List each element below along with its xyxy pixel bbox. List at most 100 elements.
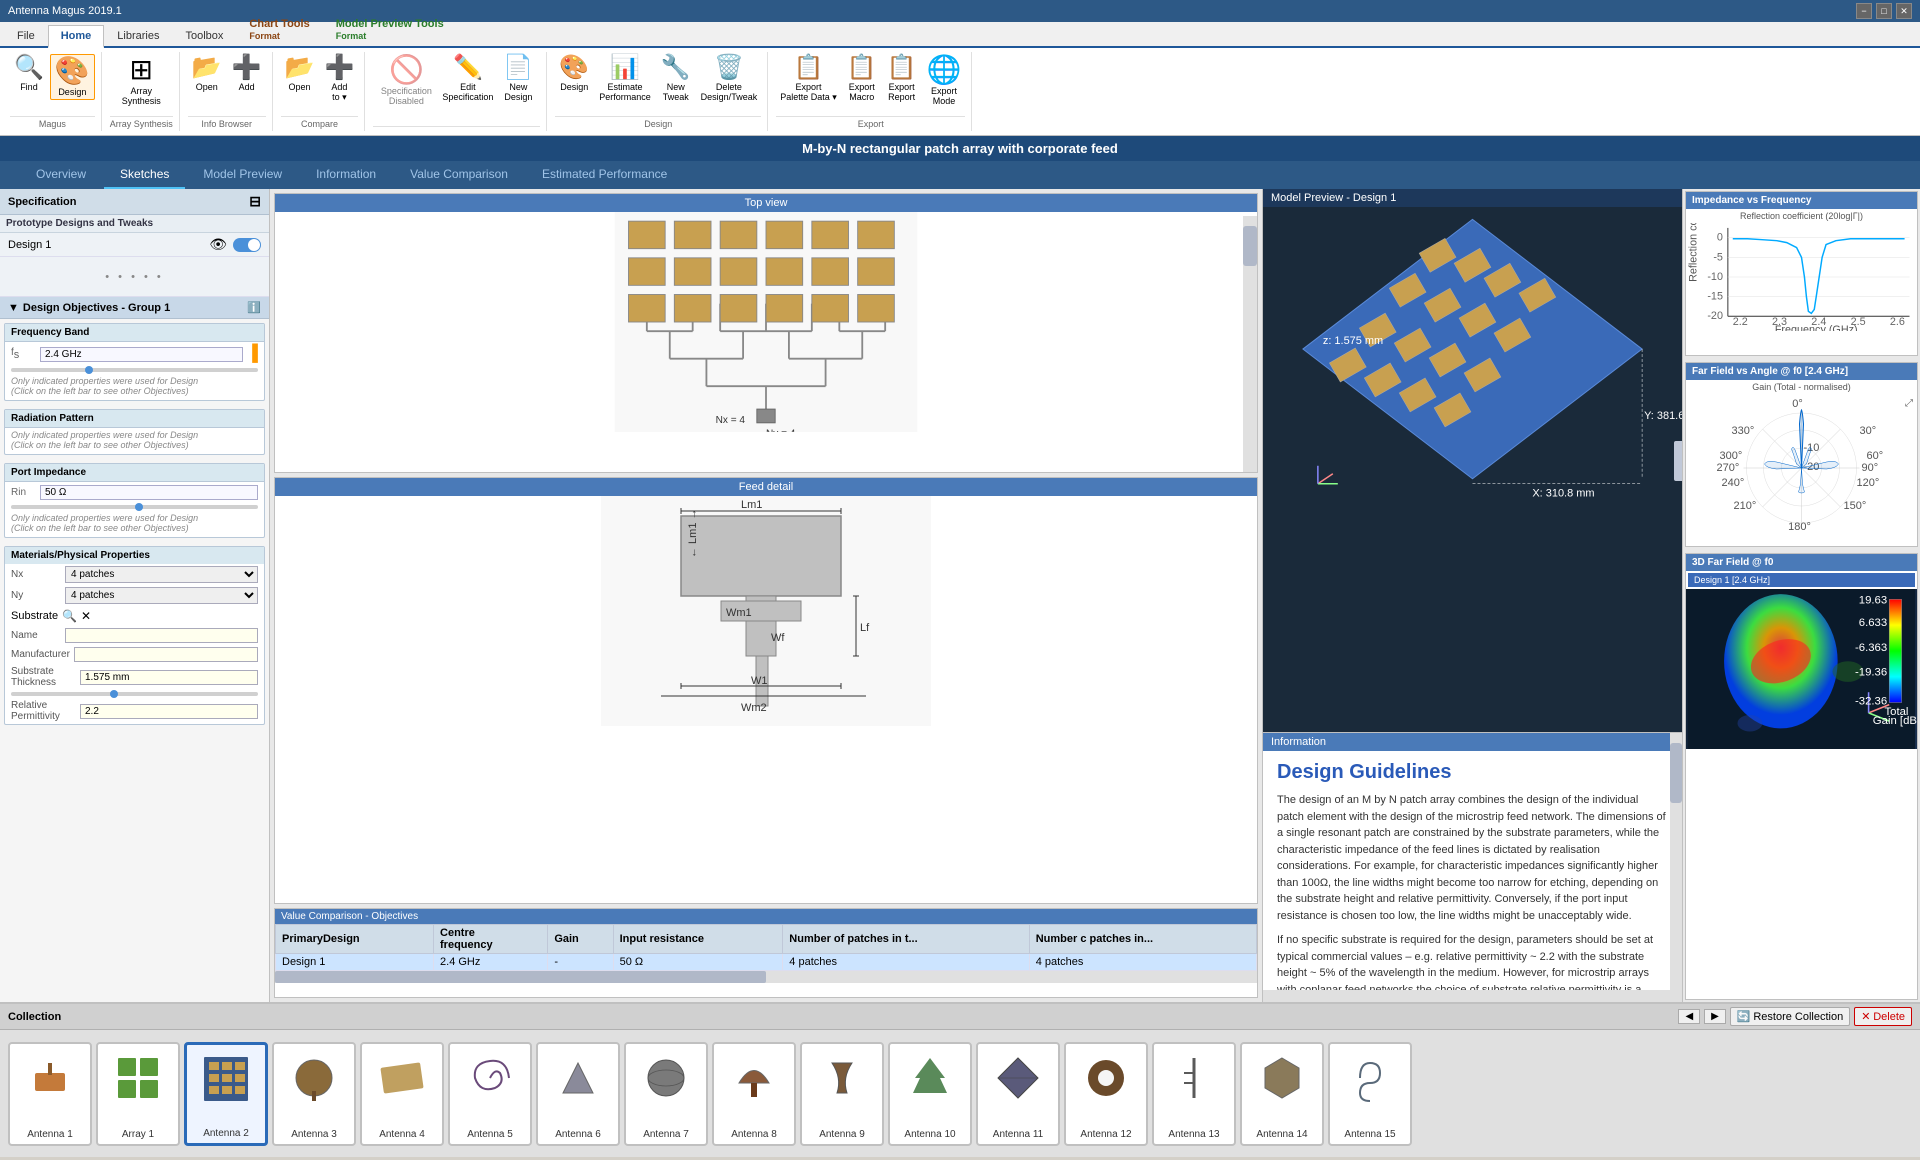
tab-home[interactable]: Home	[48, 25, 105, 48]
export-mode-button[interactable]: 🌐 ExportMode	[923, 54, 966, 108]
nav-tab-sketches[interactable]: Sketches	[104, 161, 185, 189]
rin-field: Rin	[5, 482, 264, 503]
permittivity-input[interactable]	[80, 704, 258, 719]
antenna-item-14[interactable]: Antenna 13	[1152, 1042, 1236, 1146]
antenna-item-4[interactable]: Antenna 3	[272, 1042, 356, 1146]
rin-slider[interactable]	[11, 505, 258, 509]
manufacturer-input[interactable]	[74, 647, 258, 662]
antenna-item-13[interactable]: Antenna 12	[1064, 1042, 1148, 1146]
ny-select[interactable]: 4 patches	[65, 587, 258, 604]
find-button[interactable]: 🔍 Find	[10, 54, 48, 94]
antenna-item-11[interactable]: Antenna 10	[888, 1042, 972, 1146]
nav-tab-value-comparison[interactable]: Value Comparison	[394, 161, 524, 189]
fs-slider[interactable]	[11, 368, 258, 372]
info-scrollbar[interactable]	[1670, 733, 1682, 1002]
antenna-item-8[interactable]: Antenna 7	[624, 1042, 708, 1146]
restore-collection-button[interactable]: 🔄 Restore Collection	[1730, 1007, 1850, 1026]
close-button[interactable]: ✕	[1896, 3, 1912, 19]
antenna-item-7[interactable]: Antenna 6	[536, 1042, 620, 1146]
nx-select[interactable]: 4 patches	[65, 566, 258, 583]
visibility-icon[interactable]: 👁	[209, 236, 227, 253]
fs-input[interactable]	[40, 347, 243, 362]
impedance-chart-svg: 0 -5 -10 -15 -20 2.2 2.3 2.4 2.5 2.6 Ref…	[1686, 223, 1917, 331]
edit-specification-button[interactable]: ✏️ EditSpecification	[438, 54, 497, 104]
value-comparison-area: Value Comparison - Objectives PrimaryDes…	[274, 908, 1258, 998]
impedance-chart-panel: Impedance vs Frequency Reflection coeffi…	[1685, 191, 1918, 356]
nav-tab-estimated-performance[interactable]: Estimated Performance	[526, 161, 683, 189]
open-compare-button[interactable]: 📂 Open	[281, 54, 319, 94]
design-toggle[interactable]	[233, 238, 261, 252]
nav-next-button[interactable]: ▶	[1704, 1009, 1726, 1024]
open-compare-icon: 📂	[285, 56, 315, 80]
table-row[interactable]: Design 1 2.4 GHz - 50 Ω 4 patches 4 patc…	[276, 954, 1257, 971]
antenna-item-5[interactable]: Antenna 4	[360, 1042, 444, 1146]
svg-text:30°: 30°	[1860, 425, 1877, 437]
design-item-1[interactable]: Design 1 👁	[0, 233, 269, 257]
top-view-scrollbar[interactable]	[1243, 216, 1257, 472]
export-palette-button[interactable]: 📋 ExportPalette Data ▾	[776, 54, 841, 105]
tab-toolbox[interactable]: Toolbox	[172, 25, 236, 46]
specification-disabled-button[interactable]: 🚫 SpecificationDisabled	[376, 54, 436, 108]
svg-text:90°: 90°	[1862, 462, 1879, 474]
expand-handle[interactable]	[1674, 441, 1682, 481]
delete-design-label: DeleteDesign/Tweak	[701, 82, 758, 102]
substrate-clear-icon[interactable]: ✕	[81, 609, 91, 623]
open-info-button[interactable]: 📂 Open	[188, 54, 226, 94]
maximize-button[interactable]: □	[1876, 3, 1892, 19]
antenna-item-12[interactable]: Antenna 11	[976, 1042, 1060, 1146]
minimize-button[interactable]: −	[1856, 3, 1872, 19]
add-to-button[interactable]: ➕ Addto ▾	[320, 54, 358, 105]
table-h-scrollbar[interactable]	[275, 971, 1257, 983]
nav-tab-information[interactable]: Information	[300, 161, 392, 189]
array-synthesis-button[interactable]: ⊞ ArraySynthesis	[116, 54, 166, 108]
far-field-3d-chart: 19.63 6.633 -6.363 -19.36 -32.36 Total G…	[1686, 589, 1917, 749]
antenna-item-10[interactable]: Antenna 9	[800, 1042, 884, 1146]
design-button[interactable]: 🎨 Design	[50, 54, 95, 100]
model-preview-svg: Y: 381.6 mm X: 310.8 mm z: 1.575 mm	[1263, 189, 1682, 549]
antenna-item-9[interactable]: Antenna 8	[712, 1042, 796, 1146]
tab-chart-tools[interactable]: Chart ToolsFormat	[236, 13, 322, 46]
spec-expand-icon[interactable]: ⊟	[249, 193, 261, 210]
export-report-icon: 📋	[887, 56, 917, 80]
new-tweak-button[interactable]: 🔧 NewTweak	[657, 54, 695, 104]
add-info-button[interactable]: ➕ Add	[228, 54, 266, 94]
nav-tab-overview[interactable]: Overview	[20, 161, 102, 189]
estimate-performance-button[interactable]: 📊 EstimatePerformance	[595, 54, 655, 104]
tab-libraries[interactable]: Libraries	[104, 25, 172, 46]
antenna-item-6[interactable]: Antenna 5	[448, 1042, 532, 1146]
info-icon[interactable]: ℹ️	[247, 301, 261, 314]
collection-title: Collection	[8, 1011, 61, 1023]
polar-expand-button[interactable]: ⤢	[1905, 398, 1913, 409]
delete-design-button[interactable]: 🗑️ DeleteDesign/Tweak	[697, 54, 762, 104]
antenna-item-3[interactable]: Antenna 2	[184, 1042, 268, 1146]
antenna-item-15[interactable]: Antenna 14	[1240, 1042, 1324, 1146]
thickness-slider[interactable]	[11, 692, 258, 696]
export-macro-button[interactable]: 📋 ExportMacro	[843, 54, 881, 104]
objectives-header[interactable]: ▼ Design Objectives - Group 1 ℹ️	[0, 297, 269, 319]
tab-file[interactable]: File	[4, 25, 48, 46]
export-mode-icon: 🌐	[927, 56, 962, 84]
specification-group-label	[373, 126, 540, 129]
delete-collection-button[interactable]: ✕ Delete	[1854, 1007, 1912, 1026]
svg-text:-6.363: -6.363	[1855, 642, 1887, 654]
design-action-button[interactable]: 🎨 Design	[555, 54, 593, 94]
top-view-sketch: Top view	[274, 193, 1258, 473]
antenna-thumb-3	[196, 1049, 256, 1109]
substrate-search-icon[interactable]: 🔍	[62, 609, 77, 623]
spec-panel-title: Specification	[8, 196, 76, 208]
antenna-item-1[interactable]: Antenna 1	[8, 1042, 92, 1146]
rin-input[interactable]	[40, 485, 258, 500]
export-report-button[interactable]: 📋 ExportReport	[883, 54, 921, 104]
antenna-item-16[interactable]: Antenna 15	[1328, 1042, 1412, 1146]
array-synthesis-buttons: ⊞ ArraySynthesis	[116, 54, 166, 116]
nav-tab-model-preview[interactable]: Model Preview	[187, 161, 298, 189]
tab-model-preview[interactable]: Model Preview ToolsFormat	[323, 13, 457, 46]
info-h-scrollbar[interactable]	[1263, 990, 1670, 1002]
name-input[interactable]	[65, 628, 258, 643]
new-design-button[interactable]: 📄 NewDesign	[499, 54, 537, 104]
antenna-item-2[interactable]: Array 1	[96, 1042, 180, 1146]
thickness-input[interactable]	[80, 670, 258, 685]
svg-text:Wf: Wf	[771, 632, 785, 644]
nav-prev-button[interactable]: ◀	[1678, 1009, 1700, 1024]
antenna-label-5: Antenna 4	[379, 1129, 425, 1140]
